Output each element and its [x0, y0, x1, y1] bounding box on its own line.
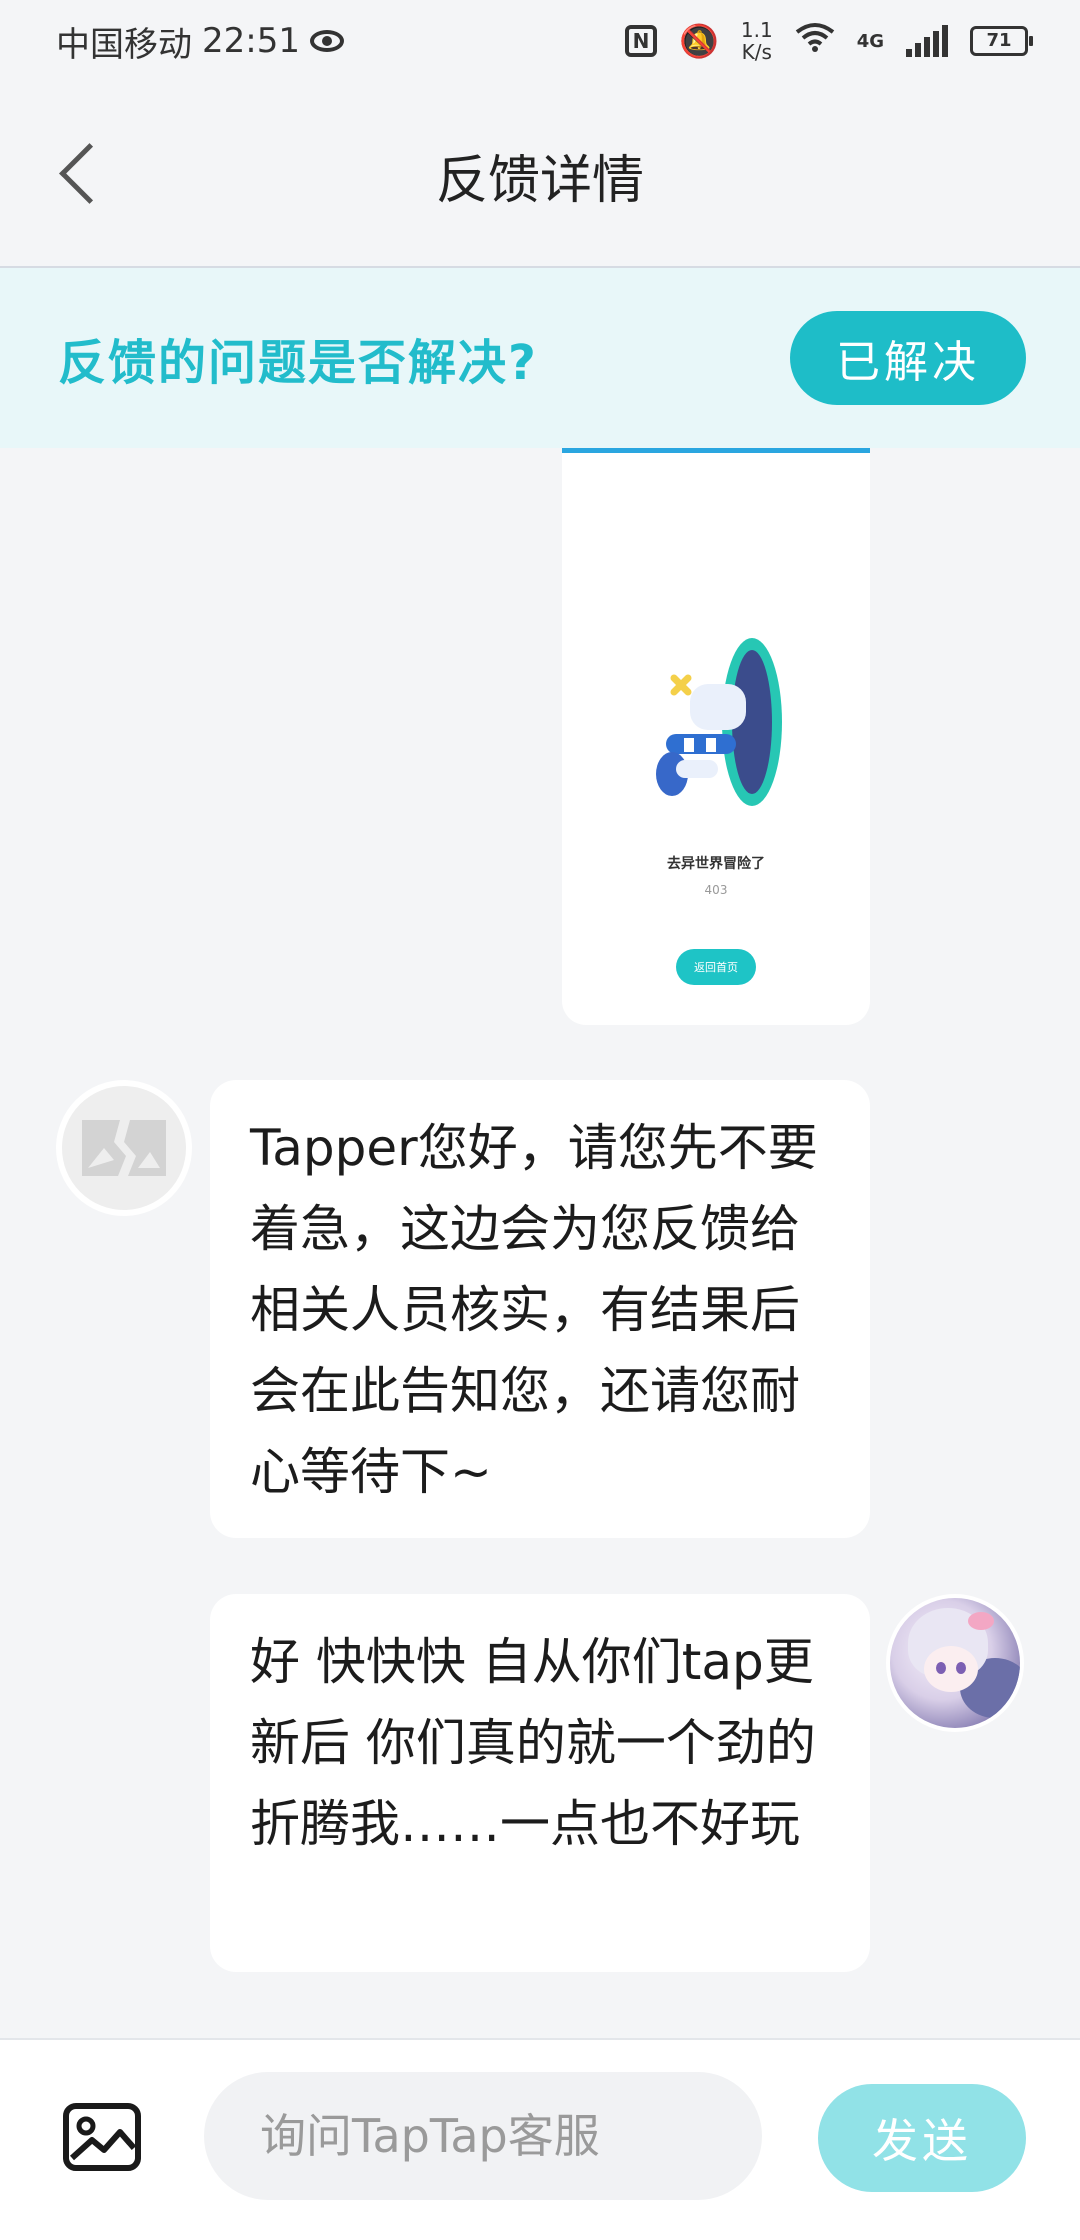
- nfc-icon: N: [625, 25, 658, 57]
- broken-image-icon: [82, 1120, 166, 1176]
- support-message: Tapper您好，请您先不要着急，这边会为您反馈给相关人员核实，有结果后会在此告…: [210, 1080, 870, 1538]
- net-speed-unit: K/s: [741, 40, 772, 64]
- network-type: 4G: [856, 30, 884, 52]
- wifi-icon: [795, 22, 835, 60]
- battery-level: 71: [986, 30, 1012, 51]
- user-avatar[interactable]: [886, 1594, 1024, 1732]
- eye-icon: [309, 30, 344, 52]
- image-icon: [63, 2103, 141, 2171]
- clock: 22:51: [202, 21, 300, 61]
- mute-icon: 🔕: [679, 22, 719, 60]
- bottom-bar: 发送: [0, 2038, 1080, 2240]
- net-speed-value: 1.1: [740, 18, 773, 42]
- net-speed: 1.1 K/s: [741, 19, 773, 63]
- screenshot-caption: 去异世界冒险了: [667, 856, 765, 872]
- attached-screenshot[interactable]: 去异世界冒险了 403 返回首页: [562, 448, 870, 1025]
- resolve-banner: 反馈的问题是否解决? 已解决: [0, 268, 1080, 448]
- carrier-label: 中国移动: [56, 24, 192, 65]
- chat-area[interactable]: 去异世界冒险了 403 返回首页 Tapper您好，请您先不要着急，这边会为您反…: [0, 448, 1080, 2038]
- status-left: 中国移动 22:51: [56, 17, 344, 66]
- chat-input[interactable]: [204, 2072, 762, 2200]
- support-avatar: [56, 1080, 192, 1216]
- status-bar: 中国移动 22:51 N 🔕 1.1 K/s 4G 71: [0, 0, 1080, 82]
- resolve-question: 反馈的问题是否解决?: [58, 335, 538, 391]
- portal-illustration: [656, 638, 782, 806]
- send-button[interactable]: 发送: [818, 2084, 1026, 2192]
- user-message: 好 快快快 自从你们tap更新后 你们真的就一个劲的折腾我……一点也不好玩: [210, 1594, 870, 1972]
- resolved-button[interactable]: 已解决: [790, 311, 1026, 405]
- image-picker-button[interactable]: [62, 2102, 142, 2172]
- page-title: 反馈详情: [435, 151, 644, 211]
- top-nav: 反馈详情: [0, 82, 1080, 268]
- screenshot-code: 403: [704, 883, 728, 897]
- battery-icon: 71: [970, 26, 1033, 56]
- status-right: N 🔕 1.1 K/s 4G 71: [625, 19, 1033, 63]
- signal-icon: [906, 25, 948, 57]
- screenshot-home-button: 返回首页: [676, 949, 756, 985]
